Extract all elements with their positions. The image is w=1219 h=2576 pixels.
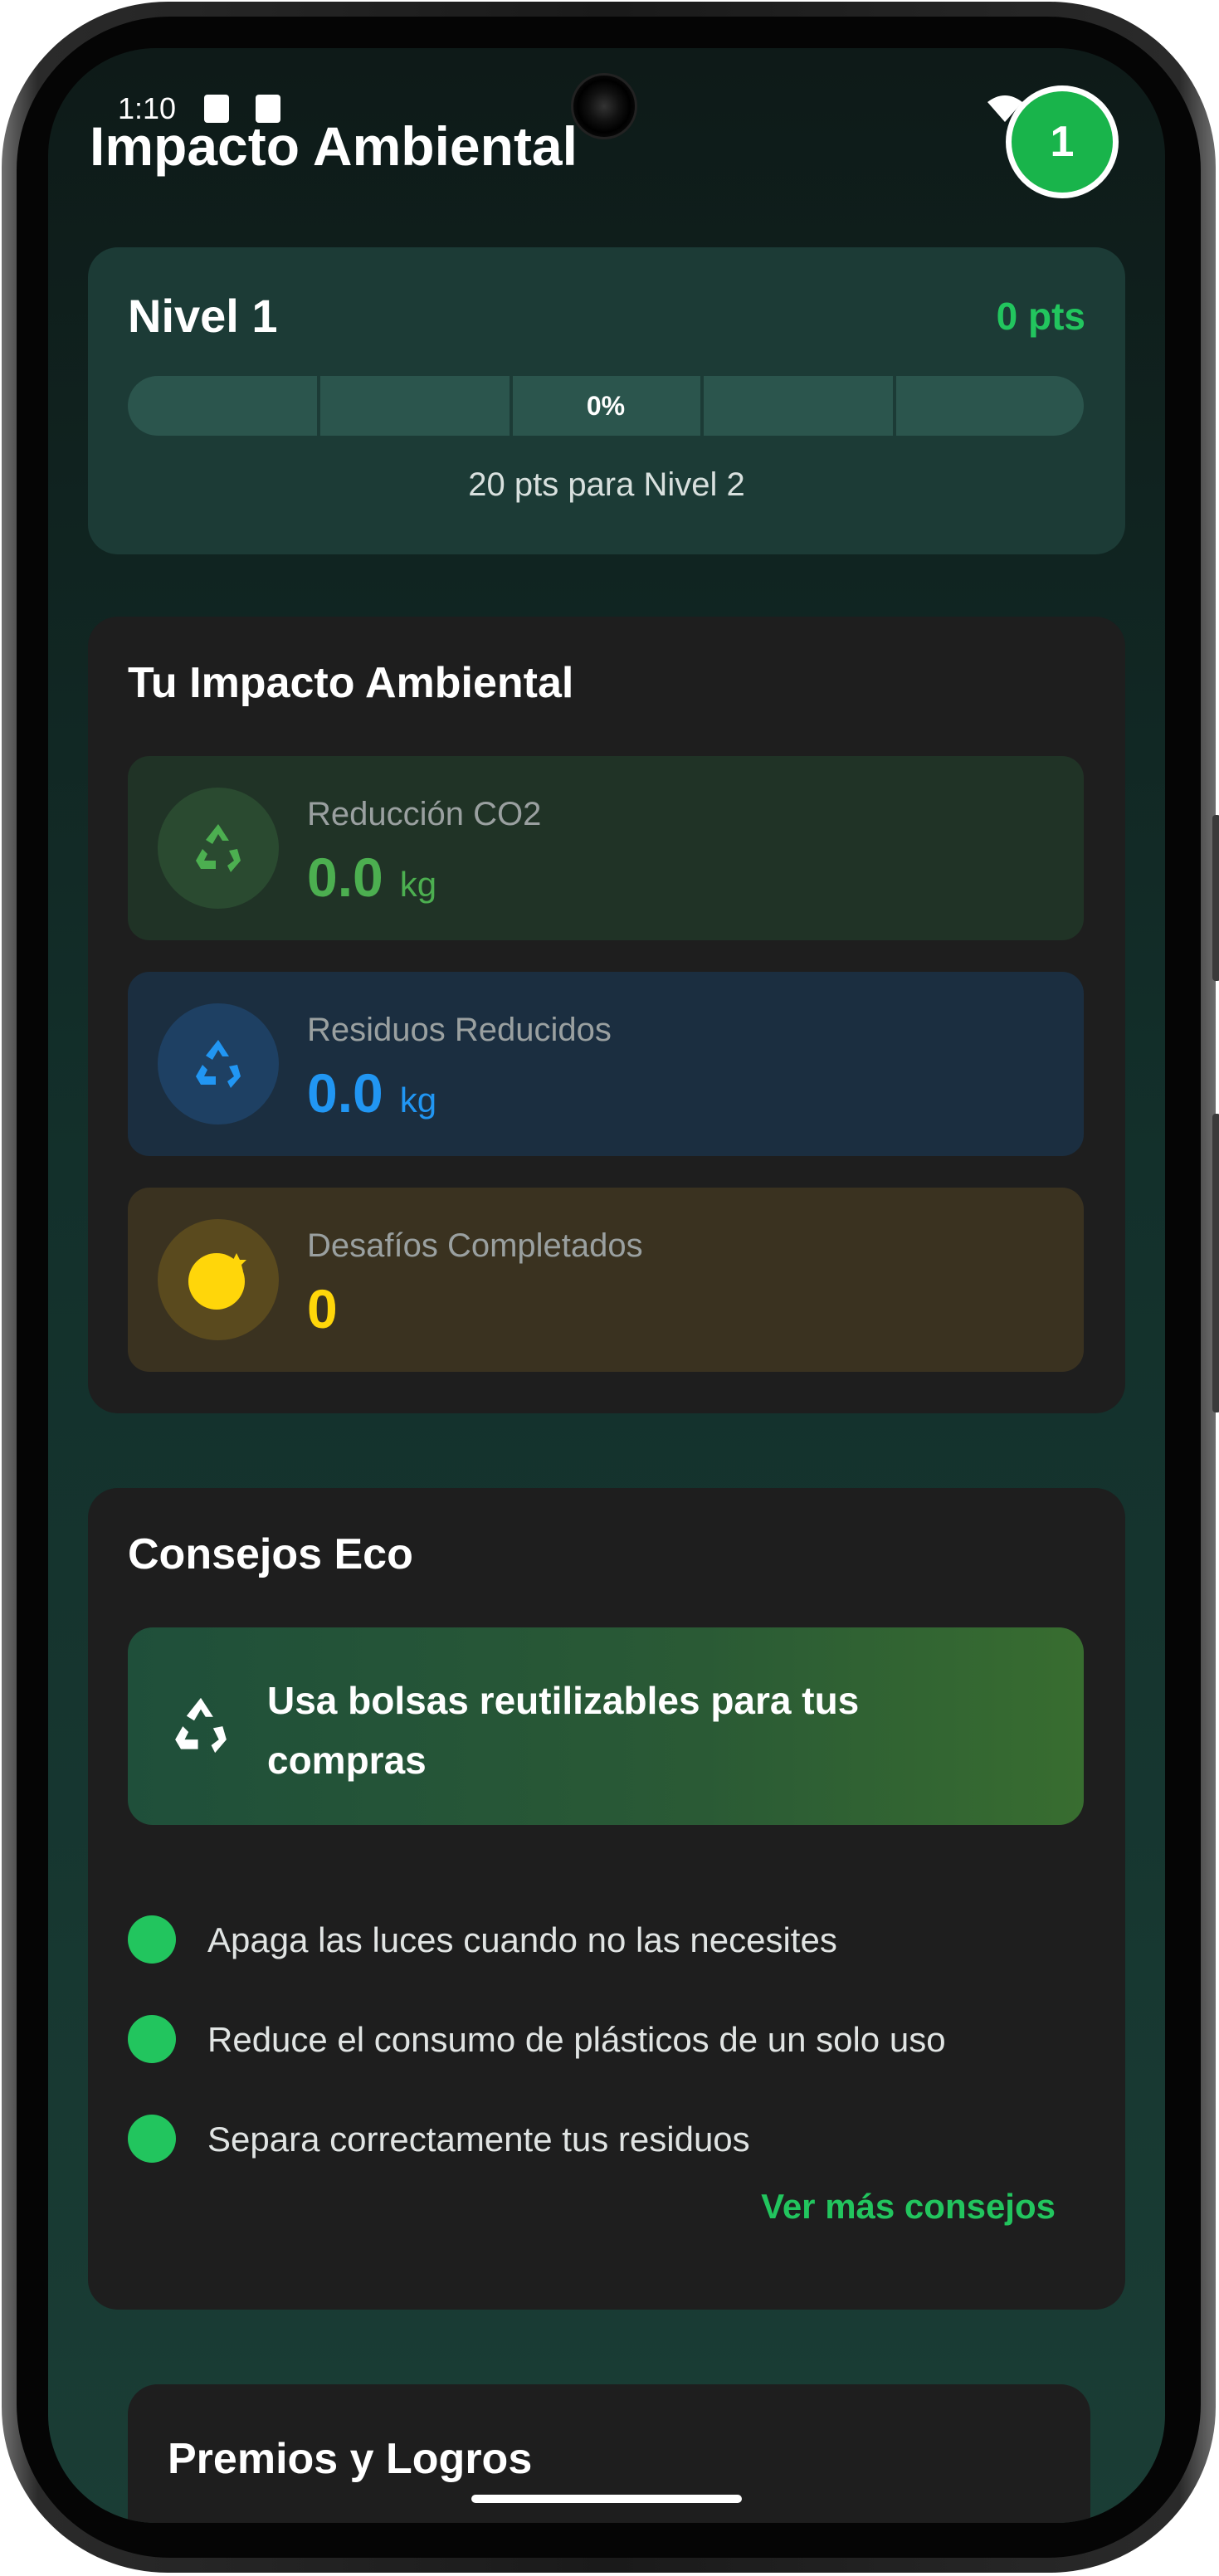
- home-indicator[interactable]: [471, 2495, 742, 2503]
- volume-button: [1212, 815, 1219, 981]
- more-tips-link[interactable]: Ver más consejos: [761, 2187, 1056, 2227]
- level-card: Nivel 1 0 pts 0% 20 pts para Nivel 2: [88, 247, 1125, 554]
- stat-value: 0.0 kg: [307, 846, 437, 908]
- front-camera: [571, 73, 637, 139]
- featured-tip-text: Usa bolsas reutilizables para tus compra…: [267, 1679, 860, 1782]
- awards-title: Premios y Logros: [168, 2435, 533, 2483]
- tip-text: Apaga las luces cuando no las necesites: [207, 1920, 837, 1959]
- bullet-icon: [128, 1915, 176, 1964]
- bullet-icon: [128, 2015, 176, 2063]
- tips-title: Consejos Eco: [128, 1530, 413, 1578]
- stat-challenges: Desafíos Completados 0: [128, 1188, 1084, 1372]
- level-progress-bar: 0%: [128, 376, 1084, 436]
- power-button: [1212, 1114, 1219, 1412]
- stat-label: Residuos Reducidos: [307, 1012, 612, 1048]
- bullet-icon: [128, 2115, 176, 2163]
- level-progress-label: 0%: [586, 391, 626, 421]
- tip-text: Reduce el consumo de plásticos de un sol…: [207, 2020, 946, 2059]
- stat-unit: kg: [399, 1081, 437, 1120]
- stat-value: 0.0 kg: [307, 1062, 437, 1124]
- recycle-icon: [175, 1697, 227, 1754]
- stat-unit: kg: [399, 865, 437, 904]
- recycle-icon: [158, 788, 279, 909]
- tip-text: Separa correctamente tus residuos: [207, 2120, 750, 2159]
- app-screen: 1:10 Impacto Ambiental 1 Nivel 1 0 pts 0…: [48, 48, 1165, 2523]
- level-title: Nivel 1: [128, 290, 278, 342]
- impact-card: Tu Impacto Ambiental Reducción CO2 0.0 kg: [88, 617, 1125, 1413]
- featured-tip[interactable]: Usa bolsas reutilizables para tus compra…: [128, 1627, 1084, 1825]
- stat-value: 0: [307, 1278, 338, 1339]
- eco-tips-card: Consejos Eco Usa bolsas reutilizables pa…: [88, 1488, 1125, 2310]
- level-points: 0 pts: [996, 295, 1085, 338]
- recycle-icon: [158, 1003, 279, 1125]
- stat-label: Desafíos Completados: [307, 1227, 643, 1264]
- stat-waste: Residuos Reducidos 0.0 kg: [128, 972, 1084, 1156]
- next-level-text: 20 pts para Nivel 2: [468, 466, 745, 503]
- stat-label: Reducción CO2: [307, 796, 542, 832]
- badge-icon: [158, 1219, 279, 1340]
- impact-title: Tu Impacto Ambiental: [128, 659, 574, 707]
- level-avatar[interactable]: 1: [1006, 85, 1119, 198]
- stat-co2: Reducción CO2 0.0 kg: [128, 756, 1084, 940]
- page-title: Impacto Ambiental: [90, 115, 578, 177]
